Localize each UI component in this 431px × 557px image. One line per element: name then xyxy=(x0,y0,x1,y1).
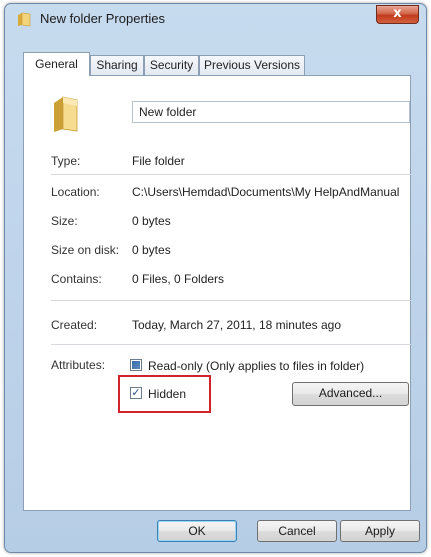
divider xyxy=(51,300,411,301)
size-value: 0 bytes xyxy=(132,214,171,228)
created-label: Created: xyxy=(51,318,98,332)
close-button[interactable]: x xyxy=(376,5,419,24)
properties-window: New folder Properties x General Sharing … xyxy=(4,3,427,553)
folder-icon xyxy=(18,12,31,27)
ok-button-label: OK xyxy=(188,524,206,538)
size-on-disk-value: 0 bytes xyxy=(132,243,171,257)
tab-sharing[interactable]: Sharing xyxy=(90,55,144,75)
tab-label: Sharing xyxy=(96,58,138,72)
apply-button[interactable]: Apply xyxy=(340,520,420,542)
general-tab-panel: Type: File folder Location: C:\Users\Hem… xyxy=(23,75,411,511)
tab-label: Previous Versions xyxy=(203,58,301,72)
size-label: Size: xyxy=(51,214,78,228)
ok-button[interactable]: OK xyxy=(157,520,237,542)
cancel-button[interactable]: Cancel xyxy=(257,520,337,542)
location-value: C:\Users\Hemdad\Documents\My HelpAndManu… xyxy=(132,185,400,199)
read-only-checkbox[interactable] xyxy=(130,359,142,371)
contains-label: Contains: xyxy=(51,272,102,286)
contains-value: 0 Files, 0 Folders xyxy=(132,272,225,286)
type-label: Type: xyxy=(51,154,81,168)
divider xyxy=(51,174,411,175)
tab-security[interactable]: Security xyxy=(144,55,199,75)
window-title: New folder Properties xyxy=(40,11,165,26)
location-label: Location: xyxy=(51,185,100,199)
cancel-button-label: Cancel xyxy=(278,524,316,538)
tab-previous-versions[interactable]: Previous Versions xyxy=(199,55,305,75)
advanced-button[interactable]: Advanced... xyxy=(292,382,409,406)
tab-label: General xyxy=(35,57,78,71)
attributes-label: Attributes: xyxy=(51,358,106,372)
size-on-disk-label: Size on disk: xyxy=(51,243,120,257)
close-icon: x xyxy=(393,6,402,21)
hidden-highlight xyxy=(118,375,211,413)
tab-strip: General Sharing Security Previous Versio… xyxy=(23,52,411,76)
divider xyxy=(51,344,411,345)
created-value: Today, March 27, 2011, 18 minutes ago xyxy=(132,318,342,332)
tab-label: Security xyxy=(149,58,194,72)
folder-name-input[interactable] xyxy=(132,101,410,123)
advanced-button-label: Advanced... xyxy=(318,386,383,400)
title-bar[interactable]: New folder Properties x xyxy=(5,4,426,34)
folder-icon xyxy=(54,96,78,132)
apply-button-label: Apply xyxy=(364,524,396,538)
tab-general[interactable]: General xyxy=(23,52,90,76)
type-value: File folder xyxy=(132,154,185,168)
read-only-label[interactable]: Read-only (Only applies to files in fold… xyxy=(148,359,364,373)
